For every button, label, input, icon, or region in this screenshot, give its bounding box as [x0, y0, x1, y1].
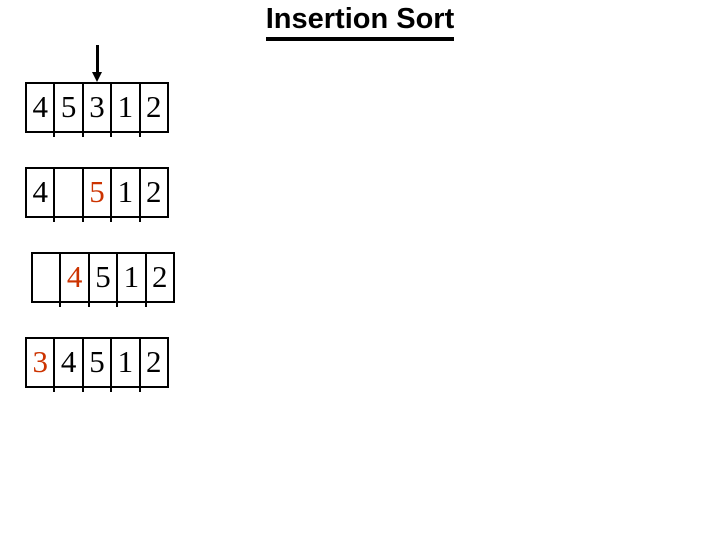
array-cell-value: 1: [124, 261, 140, 292]
down-arrow-icon: [92, 45, 103, 83]
array-cell-value: 5: [89, 346, 105, 377]
array-cell: 4: [27, 84, 55, 131]
array-cell: 3: [27, 339, 55, 386]
array-cell: 2: [147, 254, 175, 301]
array-cell: 2: [141, 169, 169, 216]
array-cell: 1: [112, 339, 140, 386]
array-cell: 5: [90, 254, 118, 301]
array-cell: 4: [61, 254, 89, 301]
array-cell: [55, 169, 83, 216]
array-cell: 2: [141, 84, 169, 131]
array-cell-value: 1: [118, 346, 134, 377]
array-cell: 5: [84, 339, 112, 386]
page-title-text: Insertion Sort: [266, 2, 455, 41]
array-cell: 4: [27, 169, 55, 216]
array-row: 4512: [31, 252, 175, 303]
array-cell-value: 4: [67, 261, 83, 292]
array-row: 45312: [25, 82, 169, 133]
array-cell-value: 5: [95, 261, 111, 292]
array-row: 4 512: [25, 167, 169, 218]
array-cell: 3: [84, 84, 112, 131]
array-cell: 1: [112, 84, 140, 131]
array-cell: 2: [141, 339, 169, 386]
array-cell: 5: [84, 169, 112, 216]
array-cell-value: 1: [118, 91, 134, 122]
array-cell-value: 2: [146, 346, 162, 377]
array-cell-value: 2: [146, 176, 162, 207]
array-cell-value: 4: [32, 176, 48, 207]
array-cell-value: 2: [146, 91, 162, 122]
array-row: 34512: [25, 337, 169, 388]
down-arrow-shaft: [96, 45, 99, 74]
array-cell: 1: [118, 254, 146, 301]
array-cell-value: 3: [32, 346, 48, 377]
array-cell-value: 4: [32, 91, 48, 122]
array-cell-value: 5: [61, 91, 77, 122]
array-cell-value: 2: [152, 261, 168, 292]
array-cell-value: 3: [89, 91, 105, 122]
array-cell-value: 4: [61, 346, 77, 377]
page-title: Insertion Sort: [0, 2, 720, 41]
array-cell-value: 5: [89, 176, 105, 207]
array-cell: [33, 254, 61, 301]
array-cell: 5: [55, 84, 83, 131]
array-cell-value: 1: [118, 176, 134, 207]
slide-canvas: Insertion Sort 453124512451234512: [0, 0, 720, 540]
down-arrow-head: [92, 72, 102, 82]
array-cell: 1: [112, 169, 140, 216]
array-cell: 4: [55, 339, 83, 386]
